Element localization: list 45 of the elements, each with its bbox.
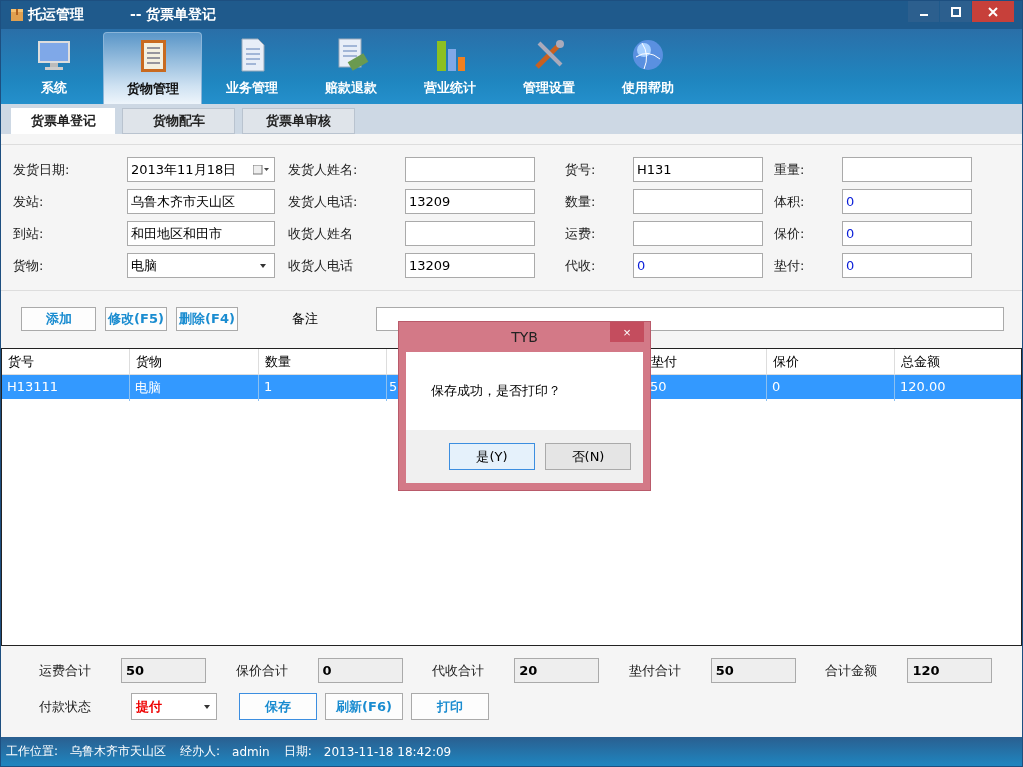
dialog-title: TYB (511, 329, 538, 345)
table-cell: 1 (264, 379, 273, 394)
table-cell: 0 (772, 379, 781, 394)
total-field: 50 (121, 658, 206, 683)
total-field: 20 (514, 658, 600, 683)
status-text: 2013-11-18 18:42:09 (323, 744, 452, 759)
field-label: 保价: (774, 224, 806, 243)
total-label: 垫付合计 (628, 661, 682, 680)
field-label: 货号: (565, 160, 597, 179)
field-label: 重量: (774, 160, 806, 179)
total-label: 保价合计 (235, 661, 289, 680)
field-label: 到站: (13, 224, 45, 243)
status-text: 日期: (283, 743, 312, 760)
dialog-message: 保存成功，是否打印？ (430, 382, 562, 400)
status-text: 经办人: (180, 743, 221, 760)
window-subtitle: -- 货票单登记 (130, 6, 217, 24)
field-label: 运费: (565, 224, 597, 243)
table-cell: H13111 (7, 379, 59, 394)
status-text: 乌鲁木齐市天山区 (70, 743, 167, 760)
total-label: 运费合计 (39, 661, 92, 680)
payment-label: 付款状态 (39, 697, 92, 716)
field-label: 发站: (13, 192, 45, 211)
window-title: 托运管理 (28, 6, 84, 24)
table-cell: 5 (389, 379, 398, 394)
field-label: 数量: (565, 192, 597, 211)
field-label: 发货人电话: (288, 192, 359, 211)
field-label: 体积: (774, 192, 806, 211)
field-label: 收货人姓名 (288, 224, 354, 243)
status-text: admin (232, 744, 270, 759)
field-label: 发货人姓名: (288, 160, 359, 179)
total-label: 代收合计 (432, 661, 486, 680)
field-label: 垫付: (774, 256, 806, 275)
remark-label: 备注 (292, 309, 319, 328)
table-cell: 120.00 (900, 379, 946, 394)
status-text: 工作位置: (6, 743, 59, 760)
table-cell: 50 (650, 379, 667, 394)
field-label: 收货人电话 (288, 256, 354, 275)
total-field: 50 (710, 658, 796, 683)
field-label: 货物: (13, 256, 45, 275)
total-field: 120 (907, 658, 993, 683)
total-label: 合计金额 (825, 661, 879, 680)
table-cell: 电脑 (135, 380, 161, 395)
field-label: 发货日期: (13, 160, 71, 179)
total-field: 0 (317, 658, 403, 683)
field-label: 代收: (565, 256, 597, 275)
